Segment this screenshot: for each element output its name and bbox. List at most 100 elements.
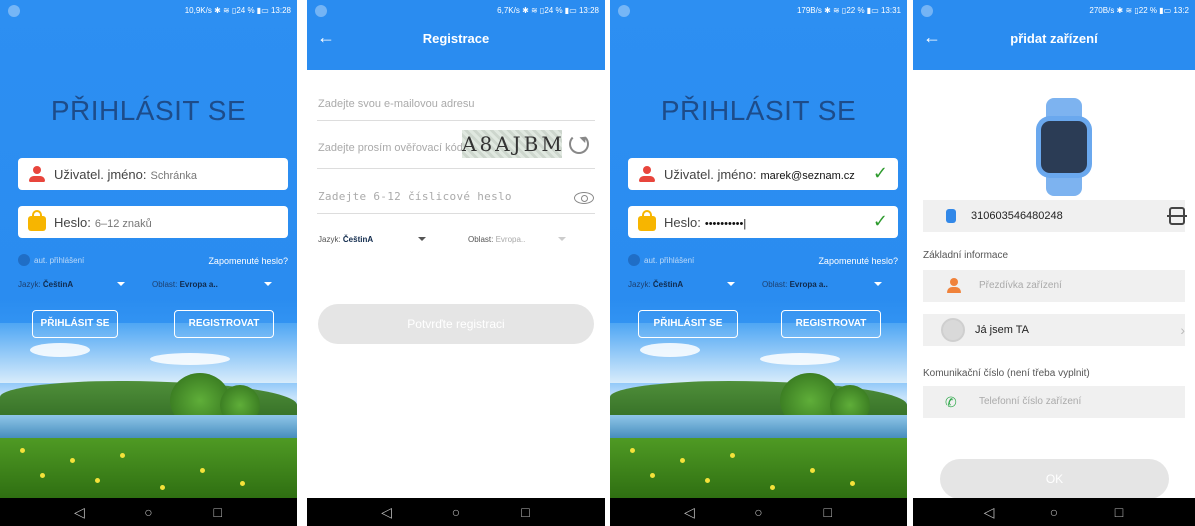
ok-button[interactable]: OK: [940, 459, 1169, 499]
checkmark-icon: ✓: [872, 211, 888, 231]
password-input[interactable]: ••••••••••|: [705, 218, 746, 230]
region-label: Oblast:: [762, 280, 788, 289]
verification-code-input[interactable]: Zadejte prosím ověřovací kód: [318, 142, 463, 154]
language-value: ČeštinA: [652, 280, 684, 289]
nav-back-icon[interactable]: ◁: [65, 498, 93, 526]
username-label: Uživatel. jméno:: [54, 167, 147, 182]
password-label: Heslo:: [54, 215, 91, 230]
nickname-row[interactable]: Přezdívka zařízení: [923, 270, 1185, 302]
relation-row[interactable]: Já jsem TA ›: [923, 314, 1185, 346]
chevron-right-icon[interactable]: ›: [1180, 322, 1185, 338]
system-nav-bar: ◁ ○ □: [0, 498, 297, 526]
status-text: 179B/s ✱ ≋ ▯22 % ▮▭ 13:31: [796, 6, 901, 15]
login-button[interactable]: PŘIHLÁSIT SE: [32, 310, 118, 338]
register-button[interactable]: REGISTROVAT: [781, 310, 881, 338]
user-icon: [28, 165, 46, 183]
region-selector[interactable]: Oblast: Evropa..: [468, 235, 525, 244]
phone-number-row[interactable]: ✆ Telefonní číslo zařízení: [923, 386, 1185, 418]
landscape-image: [0, 323, 297, 498]
region-selector[interactable]: Oblast: Evropa a..: [762, 280, 828, 289]
password-label: Heslo:: [664, 215, 701, 230]
lock-icon: [638, 210, 656, 231]
avatar-icon: [941, 318, 965, 342]
add-device-screen: 270B/s ✱ ≋ ▯22 % ▮▭ 13:2 ← přidat zaříze…: [913, 0, 1195, 526]
username-field[interactable]: Uživatel. jméno: marek@seznam.cz ✓: [628, 158, 898, 190]
nav-home-icon[interactable]: ○: [442, 498, 470, 526]
refresh-icon[interactable]: [569, 134, 589, 154]
auto-login-radio[interactable]: [18, 254, 30, 266]
forgot-password-link[interactable]: Zapomenuté heslo?: [208, 256, 288, 266]
nav-recent-icon[interactable]: □: [511, 498, 539, 526]
language-dropdown-icon[interactable]: [418, 237, 426, 241]
password-field[interactable]: Heslo: ••••••••••| ✓: [628, 206, 898, 238]
lock-icon: [28, 210, 46, 231]
language-label: Jazyk:: [318, 235, 341, 244]
relation-value: Já jsem TA: [975, 324, 1029, 336]
password-input[interactable]: 6–12 znaků: [95, 218, 152, 230]
username-input[interactable]: Schránka: [150, 170, 196, 182]
password-field[interactable]: Heslo: 6–12 znaků: [18, 206, 288, 238]
sim-icon: [618, 5, 630, 17]
smartwatch-image: [1032, 98, 1096, 196]
username-input[interactable]: marek@seznam.cz: [760, 170, 854, 182]
register-button[interactable]: REGISTROVAT: [174, 310, 274, 338]
system-nav-bar: ◁ ○ □: [610, 498, 907, 526]
auto-login-label[interactable]: aut. přihlášení: [34, 256, 84, 265]
system-nav-bar: ◁ ○ □: [307, 498, 605, 526]
qr-scan-icon[interactable]: [1167, 207, 1187, 225]
region-dropdown-icon[interactable]: [264, 282, 272, 286]
nav-home-icon[interactable]: ○: [135, 498, 163, 526]
language-selector[interactable]: Jazyk: ČeštinA: [18, 280, 73, 289]
status-bar: 270B/s ✱ ≋ ▯22 % ▮▭ 13:2: [913, 0, 1195, 22]
email-input[interactable]: Zadejte svou e-mailovou adresu: [318, 98, 475, 110]
page-title: PŘIHLÁSIT SE: [660, 95, 857, 126]
region-selector[interactable]: Oblast: Evropa a..: [152, 280, 218, 289]
eye-icon[interactable]: [574, 192, 594, 204]
confirm-registration-button[interactable]: Potvrďte registraci: [318, 304, 594, 344]
app-bar: 270B/s ✱ ≋ ▯22 % ▮▭ 13:2 ← přidat zaříze…: [913, 0, 1195, 70]
nav-back-icon[interactable]: ◁: [373, 498, 401, 526]
login-button[interactable]: PŘIHLÁSIT SE: [638, 310, 738, 338]
region-value: Evropa a..: [789, 280, 828, 289]
status-bar: 179B/s ✱ ≋ ▯22 % ▮▭ 13:31: [610, 0, 907, 22]
language-dropdown-icon[interactable]: [117, 282, 125, 286]
sim-icon: [315, 5, 327, 17]
phone-number-input[interactable]: Telefonní číslo zařízení: [979, 396, 1081, 407]
forgot-password-link[interactable]: Zapomenuté heslo?: [818, 256, 898, 266]
basic-info-label: Základní informace: [923, 250, 1009, 261]
divider: [317, 213, 595, 214]
nickname-input[interactable]: Přezdívka zařízení: [979, 280, 1062, 291]
register-screen: 6,7K/s ✱ ≋ ▯24 % ▮▭ 13:28 ← Registrace Z…: [307, 0, 605, 526]
page-title: PŘIHLÁSIT SE: [50, 95, 247, 126]
phone-icon: ✆: [945, 394, 957, 410]
auto-login-radio[interactable]: [628, 254, 640, 266]
nav-back-icon[interactable]: ◁: [675, 498, 703, 526]
nav-recent-icon[interactable]: □: [204, 498, 232, 526]
region-dropdown-icon[interactable]: [558, 237, 566, 241]
landscape-image: [610, 323, 907, 498]
language-selector[interactable]: Jazyk: ČeštinA: [318, 235, 373, 244]
region-value: Evropa a..: [179, 280, 218, 289]
language-dropdown-icon[interactable]: [727, 282, 735, 286]
nav-recent-icon[interactable]: □: [1105, 498, 1133, 526]
username-label: Uživatel. jméno:: [664, 167, 757, 182]
nav-back-icon[interactable]: ◁: [975, 498, 1003, 526]
region-dropdown-icon[interactable]: [874, 282, 882, 286]
username-field[interactable]: Uživatel. jméno: Schránka: [18, 158, 288, 190]
sim-icon: [8, 5, 20, 17]
divider: [317, 168, 595, 169]
device-id-row[interactable]: 310603546480248: [923, 200, 1187, 232]
nav-recent-icon[interactable]: □: [814, 498, 842, 526]
person-icon: [947, 278, 961, 294]
language-selector[interactable]: Jazyk: ČeštinA: [628, 280, 683, 289]
nav-home-icon[interactable]: ○: [745, 498, 773, 526]
device-id-input[interactable]: 310603546480248: [971, 210, 1063, 222]
auto-login-label[interactable]: aut. přihlášení: [644, 256, 694, 265]
region-value: Evropa..: [495, 235, 526, 244]
status-bar: 6,7K/s ✱ ≋ ▯24 % ▮▭ 13:28: [307, 0, 605, 22]
app-bar: 6,7K/s ✱ ≋ ▯24 % ▮▭ 13:28 ← Registrace: [307, 0, 605, 70]
nav-home-icon[interactable]: ○: [1040, 498, 1068, 526]
language-label: Jazyk:: [628, 280, 651, 289]
password-input[interactable]: Zadejte 6-12 číslicové heslo: [318, 190, 512, 203]
status-text: 270B/s ✱ ≋ ▯22 % ▮▭ 13:2: [1089, 6, 1189, 15]
